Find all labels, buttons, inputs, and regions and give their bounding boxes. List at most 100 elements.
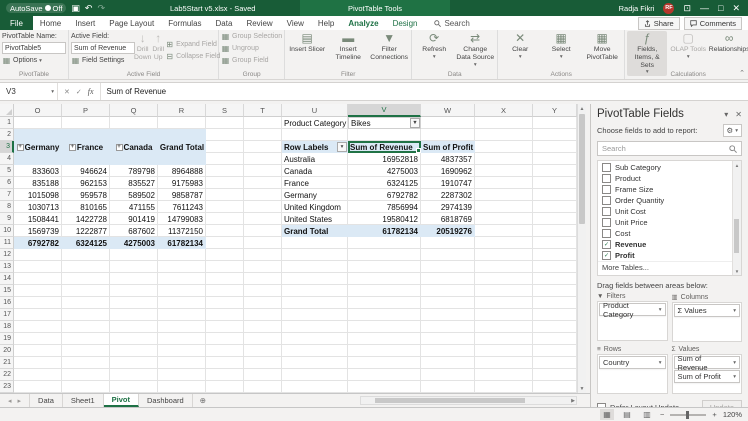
- sheet-tab-sheet1[interactable]: Sheet1: [63, 394, 104, 407]
- right-pivot-profit[interactable]: 1690962: [421, 165, 475, 177]
- area-pill-product-category[interactable]: Product Category▾: [599, 303, 666, 316]
- selected-cell[interactable]: [348, 141, 421, 153]
- zoom-slider[interactable]: [670, 414, 706, 416]
- area-values-box[interactable]: Sum of Revenue▾Sum of Profit▾: [672, 354, 743, 394]
- right-pivot-profit[interactable]: 2974139: [421, 201, 475, 213]
- redo-icon[interactable]: ↷: [97, 3, 105, 13]
- row-header-5[interactable]: 5: [0, 165, 14, 177]
- filter-connections-button[interactable]: ▼Filter Connections: [369, 31, 409, 70]
- area-columns-box[interactable]: Σ Values▾: [672, 302, 743, 342]
- row-header-16[interactable]: 16: [0, 297, 14, 309]
- sheet-nav-left-icon[interactable]: ◂: [8, 397, 12, 405]
- left-pivot-value[interactable]: 833603: [14, 165, 62, 177]
- scroll-up-icon[interactable]: ▲: [578, 104, 586, 113]
- row-header-8[interactable]: 8: [0, 201, 14, 213]
- field-item-order-quantity[interactable]: Order Quantity: [598, 195, 741, 206]
- zoom-slider-thumb[interactable]: [686, 411, 689, 419]
- add-sheet-icon[interactable]: ⊕: [193, 394, 213, 407]
- unchecked-checkbox-icon[interactable]: [602, 207, 611, 216]
- unchecked-checkbox-icon[interactable]: [602, 218, 611, 227]
- filter-funnel-icon[interactable]: ▼: [410, 118, 420, 128]
- zoom-out-icon[interactable]: −: [660, 410, 664, 419]
- pane-close-icon[interactable]: ✕: [735, 110, 742, 119]
- left-pivot-value[interactable]: 14799083: [158, 213, 206, 225]
- vertical-scrollbar[interactable]: ▲ ▼: [577, 104, 586, 393]
- select-all-corner[interactable]: [0, 104, 14, 117]
- right-pivot-revenue[interactable]: 7856994: [348, 201, 421, 213]
- row-header-22[interactable]: 22: [0, 369, 14, 381]
- field-list-scrollbar-thumb[interactable]: [734, 219, 739, 253]
- column-header-Y[interactable]: Y: [533, 104, 577, 117]
- scroll-down-icon[interactable]: ▼: [733, 267, 741, 275]
- horizontal-scrollbar-thumb[interactable]: [375, 398, 525, 403]
- row-header-12[interactable]: 12: [0, 249, 14, 261]
- minimize-icon[interactable]: —: [700, 3, 709, 13]
- column-header-W[interactable]: W: [421, 104, 475, 117]
- pill-dropdown-arrow[interactable]: ▾: [659, 360, 662, 366]
- checked-checkbox-icon[interactable]: ✓: [602, 251, 611, 260]
- report-filter-label[interactable]: Product Category: [282, 117, 348, 129]
- left-pivot-value[interactable]: 589502: [110, 189, 158, 201]
- expand-icon[interactable]: +: [17, 144, 24, 151]
- maximize-icon[interactable]: □: [718, 3, 723, 13]
- right-pivot-row-label[interactable]: Germany: [282, 189, 348, 201]
- sheet-tab-dashboard[interactable]: Dashboard: [139, 394, 193, 407]
- field-settings-button[interactable]: ▦ Field Settings: [71, 55, 133, 66]
- horizontal-scrollbar[interactable]: ▶: [360, 396, 577, 405]
- unchecked-checkbox-icon[interactable]: [602, 196, 611, 205]
- row-header-15[interactable]: 15: [0, 285, 14, 297]
- row-header-23[interactable]: 23: [0, 381, 14, 393]
- right-pivot-revenue[interactable]: 16952818: [348, 153, 421, 165]
- row-header-3[interactable]: 3: [0, 141, 14, 153]
- move-pivottable-button[interactable]: ▦Move PivotTable: [582, 31, 622, 70]
- row-header-2[interactable]: 2: [0, 129, 14, 141]
- scroll-down-icon[interactable]: ▼: [578, 384, 586, 393]
- pane-options-dropdown-icon[interactable]: ▾: [724, 110, 728, 119]
- right-pivot-header[interactable]: Sum of Profit: [421, 141, 475, 153]
- left-pivot-value[interactable]: 11372150: [158, 225, 206, 237]
- left-pivot-value[interactable]: 471155: [110, 201, 158, 213]
- field-item-frame-size[interactable]: Frame Size: [598, 184, 741, 195]
- formula-content[interactable]: Sum of Revenue: [101, 87, 167, 96]
- left-pivot-value[interactable]: 1508441: [14, 213, 62, 225]
- right-pivot-revenue[interactable]: 6324125: [348, 177, 421, 189]
- right-pivot-profit[interactable]: 4837357: [421, 153, 475, 165]
- left-pivot-value[interactable]: 810165: [62, 201, 110, 213]
- expand-field-button[interactable]: ⊞ Expand Field: [165, 39, 220, 50]
- left-pivot-value[interactable]: 959578: [62, 189, 110, 201]
- checked-checkbox-icon[interactable]: ✓: [602, 240, 611, 249]
- expand-icon[interactable]: +: [69, 144, 76, 151]
- right-pivot-row-label[interactable]: United States: [282, 213, 348, 225]
- insert-timeline-button[interactable]: ▬Insert Timeline: [328, 31, 368, 70]
- search-control[interactable]: Search: [434, 19, 469, 28]
- right-pivot-row-label[interactable]: Australia: [282, 153, 348, 165]
- left-pivot-value[interactable]: 8964888: [158, 165, 206, 177]
- row-labels-dropdown-icon[interactable]: ▾: [337, 142, 347, 152]
- left-pivot-total[interactable]: 4275003: [110, 237, 158, 249]
- olap-tools-button[interactable]: ▢OLAP Tools▾: [668, 31, 708, 76]
- save-icon[interactable]: ▣: [71, 3, 80, 13]
- area-filters-box[interactable]: Product Category▾: [597, 301, 668, 341]
- left-pivot-col-header[interactable]: +France: [62, 141, 110, 153]
- name-box-dropdown-arrow[interactable]: ▾: [51, 89, 54, 95]
- left-pivot-col-header[interactable]: Grand Total: [158, 141, 206, 153]
- column-header-S[interactable]: S: [206, 104, 244, 117]
- share-button[interactable]: Share: [638, 17, 680, 30]
- tab-file[interactable]: File: [0, 16, 33, 30]
- collapse-ribbon-icon[interactable]: ⌃: [739, 69, 745, 77]
- left-pivot-col-header[interactable]: +Canada: [110, 141, 158, 153]
- tab-formulas[interactable]: Formulas: [161, 16, 208, 30]
- confirm-entry-icon[interactable]: ✓: [76, 88, 82, 96]
- pill-dropdown-arrow[interactable]: ▾: [733, 360, 736, 366]
- normal-view-icon[interactable]: ▦: [600, 409, 614, 420]
- insert-function-icon[interactable]: fx: [88, 87, 94, 96]
- tab-help[interactable]: Help: [311, 16, 341, 30]
- right-pivot-row-label[interactable]: France: [282, 177, 348, 189]
- unchecked-checkbox-icon[interactable]: [602, 163, 611, 172]
- left-pivot-total[interactable]: 6792782: [14, 237, 62, 249]
- area-pill-country[interactable]: Country▾: [599, 356, 666, 369]
- unchecked-checkbox-icon[interactable]: [602, 174, 611, 183]
- collapse-field-button[interactable]: ⊟ Collapse Field: [165, 51, 220, 62]
- left-pivot-value[interactable]: 687602: [110, 225, 158, 237]
- cancel-entry-icon[interactable]: ✕: [64, 88, 70, 96]
